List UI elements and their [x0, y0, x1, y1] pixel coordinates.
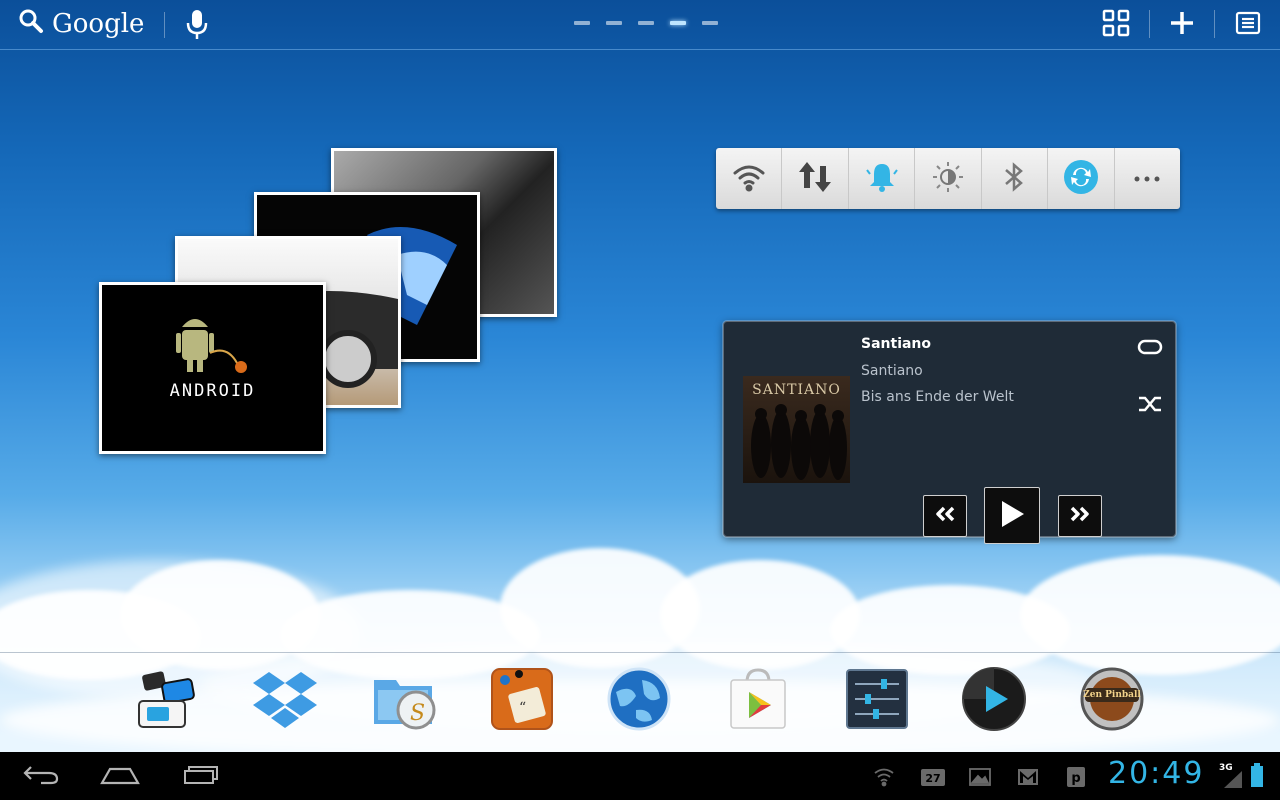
app-notification-icon[interactable]: p — [1066, 766, 1086, 788]
clock[interactable]: 20:49 — [1108, 756, 1204, 791]
gmail-notification-icon[interactable] — [1017, 766, 1039, 788]
sync-toggle[interactable] — [1048, 148, 1115, 209]
android-robot-icon — [176, 319, 247, 373]
play-icon — [998, 499, 1026, 533]
bluetooth-toggle[interactable] — [982, 148, 1049, 209]
launcher-menu-button[interactable] — [1230, 8, 1266, 42]
photo-caption: ANDROID — [169, 381, 256, 401]
shuffle-icon — [1137, 396, 1163, 418]
more-icon — [1132, 169, 1162, 188]
shuffle-button[interactable] — [1137, 394, 1163, 418]
settings-sliders-icon — [845, 668, 909, 734]
media-player-shortcut[interactable] — [959, 666, 1029, 736]
back-arrow-icon — [21, 763, 61, 789]
signal-strength-icon — [1222, 768, 1244, 790]
file-manager-shortcut[interactable]: S — [370, 666, 440, 736]
wifi-icon — [732, 162, 766, 196]
photo-card-front[interactable]: ANDROID — [99, 282, 326, 454]
battery-icon — [1251, 763, 1263, 787]
pinball-game-icon — [1079, 666, 1145, 736]
google-label: Google — [52, 9, 145, 39]
pinball-game-shortcut[interactable]: Zen Pinball — [1077, 666, 1147, 736]
rewind-icon — [933, 505, 957, 527]
app-switcher-shortcut[interactable] — [130, 666, 200, 736]
voice-search-mic-icon[interactable] — [184, 8, 210, 42]
notes-app-icon: “ — [489, 666, 555, 736]
mobile-data-toggle[interactable] — [782, 148, 849, 209]
svg-text:S: S — [410, 701, 425, 726]
system-bar: 27 p 20:49 3G — [0, 752, 1280, 800]
page-dot — [606, 21, 622, 25]
previous-button[interactable] — [923, 495, 967, 537]
page-dot — [702, 21, 718, 25]
fast-forward-icon — [1068, 505, 1092, 527]
dock-divider — [0, 652, 1280, 653]
album-art[interactable]: SANTIANO — [743, 376, 850, 483]
app-switcher-icon — [133, 667, 197, 735]
home-button[interactable] — [95, 762, 145, 790]
bluetooth-icon — [1002, 160, 1026, 198]
browser-shortcut[interactable] — [604, 666, 674, 736]
next-button[interactable] — [1058, 495, 1102, 537]
all-apps-button[interactable] — [1098, 8, 1134, 42]
sound-toggle[interactable] — [849, 148, 916, 209]
notification-android-icon[interactable] — [873, 766, 895, 788]
dropbox-shortcut[interactable] — [250, 666, 320, 736]
track-song: Bis ans Ende der Welt — [861, 389, 1014, 405]
menu-list-icon — [1234, 9, 1262, 41]
play-store-shortcut[interactable] — [723, 666, 793, 736]
repeat-icon — [1137, 339, 1163, 360]
media-player-icon — [961, 666, 1027, 736]
brightness-toggle[interactable] — [915, 148, 982, 209]
add-widget-button[interactable] — [1164, 8, 1200, 42]
play-store-icon — [725, 666, 791, 736]
play-button[interactable] — [984, 487, 1040, 544]
file-manager-icon: S — [370, 666, 440, 736]
svg-text:“: “ — [519, 700, 526, 716]
google-search-button[interactable]: Google — [18, 6, 144, 42]
browser-globe-icon — [606, 666, 672, 736]
back-button[interactable] — [16, 762, 66, 790]
page-dot — [638, 21, 654, 25]
svg-text:p: p — [1071, 771, 1080, 786]
page-dot-active — [670, 21, 686, 25]
sound-icon — [864, 160, 900, 198]
repeat-button[interactable] — [1137, 338, 1163, 360]
music-player-widget: SANTIANO Santiano Santiano Bis ans Ende … — [723, 321, 1176, 544]
screenshot-notification-icon[interactable] — [969, 766, 991, 788]
divider — [164, 12, 165, 38]
more-settings-button[interactable] — [1115, 148, 1180, 209]
mobile-data-icon — [797, 160, 833, 198]
track-artist: Santiano — [861, 363, 923, 379]
top-bar: Google — [0, 0, 1280, 50]
recent-apps-button[interactable] — [176, 762, 226, 790]
plus-icon — [1169, 10, 1195, 40]
brightness-icon — [931, 160, 965, 198]
search-icon — [18, 8, 44, 41]
notes-app-shortcut[interactable]: “ — [487, 666, 557, 736]
home-page-indicator — [574, 21, 718, 25]
recent-apps-icon — [181, 763, 221, 789]
quick-settings-widget — [716, 148, 1180, 209]
divider — [1149, 10, 1150, 38]
calendar-notification-icon[interactable]: 27 — [920, 766, 946, 788]
game-label: Zen Pinball — [1083, 690, 1141, 700]
calendar-badge: 27 — [925, 772, 940, 785]
page-dot — [574, 21, 590, 25]
track-album-title: Santiano — [861, 336, 932, 352]
wifi-toggle[interactable] — [716, 148, 783, 209]
divider — [1214, 10, 1215, 38]
home-icon — [100, 763, 140, 789]
dropbox-icon — [252, 668, 318, 734]
sync-icon — [1063, 159, 1099, 199]
settings-shortcut[interactable] — [842, 666, 912, 736]
apps-grid-icon — [1101, 8, 1131, 42]
